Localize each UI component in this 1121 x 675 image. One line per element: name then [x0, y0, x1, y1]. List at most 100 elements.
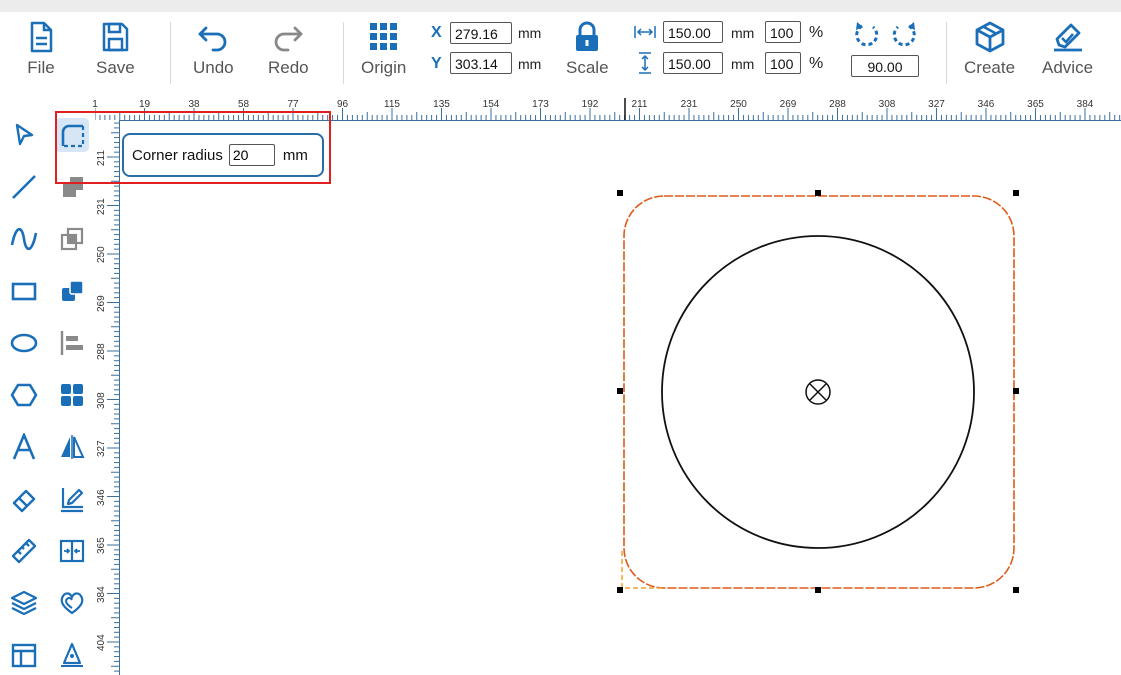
height-input[interactable]: 150.00 [663, 52, 723, 74]
intersect-shape-icon [60, 227, 84, 251]
panel-tool[interactable] [9, 640, 39, 670]
handle-middle-right [1013, 388, 1019, 394]
array-tool[interactable] [57, 380, 87, 410]
canvas-drawing [617, 190, 1019, 593]
eraser-tool[interactable] [9, 484, 39, 514]
ruler-tick-label: 288 [96, 343, 107, 360]
undo-button[interactable]: Undo [193, 20, 234, 78]
ruler-tick-label: 19 [138, 99, 151, 110]
create-button[interactable]: Create [964, 20, 1015, 78]
edit-tool[interactable] [57, 484, 87, 514]
handle-bottom-right [1013, 587, 1019, 593]
height-unit: mm [731, 56, 755, 72]
ruler-tick-label: 308 [878, 99, 896, 110]
intersect-tool[interactable] [57, 224, 87, 254]
highlight-box [55, 111, 331, 184]
handle-top-left [617, 190, 623, 196]
grid-array-icon [61, 384, 83, 406]
scale-label: Scale [566, 58, 609, 77]
width-input[interactable]: 150.00 [663, 21, 723, 43]
measure-tool[interactable] [9, 536, 39, 566]
height-arrows-icon [639, 52, 651, 74]
ruler-tick-label: 384 [96, 585, 107, 603]
save-icon [103, 22, 129, 52]
width-arrows-icon [634, 26, 656, 38]
contour-tool[interactable] [57, 588, 87, 618]
ruler-icon [11, 538, 37, 564]
rectangle-icon [11, 282, 37, 301]
layers-tool[interactable] [9, 588, 39, 618]
x-unit: mm [518, 25, 542, 41]
mirror-tool[interactable] [57, 432, 87, 462]
ruler-tick-label: 154 [482, 99, 500, 110]
handle-middle-left [617, 388, 623, 394]
text-tool[interactable] [9, 432, 39, 462]
redo-button[interactable]: Redo [268, 20, 309, 78]
title-strip [0, 0, 1121, 12]
origin-button[interactable]: Origin [361, 20, 406, 78]
combine-tool[interactable] [57, 276, 87, 306]
drawing-canvas[interactable] [120, 121, 1121, 675]
handle-top-center [815, 190, 821, 196]
y-coord-input[interactable]: 303.14 [450, 52, 512, 74]
save-button[interactable]: Save [96, 20, 135, 78]
ruler-tick-label: 327 [96, 440, 107, 457]
ruler-tick-label: 250 [96, 246, 107, 263]
file-button[interactable]: File [24, 20, 58, 78]
polygon-tool[interactable] [9, 380, 39, 410]
save-label: Save [96, 58, 135, 77]
height-percent-sign: % [809, 55, 824, 72]
height-percent-input[interactable]: 100 [765, 52, 801, 74]
contour-heart-icon [60, 592, 84, 615]
distribute-icon [59, 539, 85, 563]
ruler-tick-label: 250 [730, 99, 747, 110]
width-percent-input[interactable]: 100 [765, 21, 801, 43]
ruler-tick-label: 384 [1076, 99, 1094, 110]
align-tool[interactable] [57, 328, 87, 358]
ruler-tick-label: 173 [532, 99, 549, 110]
ruler-tick-label: 288 [829, 99, 846, 110]
line-icon [12, 175, 36, 199]
undo-label: Undo [193, 58, 234, 77]
ruler-tick-label: 327 [928, 99, 945, 110]
toolbar-divider [170, 22, 171, 84]
ruler-tick-label: 365 [96, 537, 107, 554]
ruler-tick-label: 192 [581, 99, 599, 110]
curve-tool[interactable] [9, 224, 39, 254]
scale-lock-button[interactable]: Scale [566, 20, 609, 78]
rotation-input[interactable]: 90.00 [851, 55, 919, 77]
pen-tool[interactable] [57, 640, 87, 670]
ruler-tick-label: 38 [188, 99, 200, 110]
tool-panel [0, 98, 95, 675]
rotate-ccw-icon[interactable] [853, 20, 881, 50]
redo-icon [274, 26, 303, 52]
toolbar-divider [946, 22, 947, 84]
line-tool[interactable] [9, 172, 39, 202]
ruler-tick-label: 211 [631, 99, 648, 110]
rotate-cw-icon[interactable] [890, 20, 918, 50]
ruler-tick-label: 96 [336, 99, 349, 110]
width-percent-sign: % [809, 24, 824, 41]
hexagon-icon [10, 383, 38, 407]
ruler-tick-label: 346 [96, 488, 107, 506]
advice-button[interactable]: Advice [1042, 20, 1093, 78]
x-coord-input[interactable]: 279.16 [450, 22, 512, 44]
width-unit: mm [731, 25, 755, 41]
cube-icon [975, 21, 1004, 53]
y-unit: mm [518, 56, 542, 72]
origin-label: Origin [361, 58, 407, 77]
text-a-icon [12, 433, 36, 460]
ruler-tick-label: 115 [384, 99, 400, 110]
select-tool[interactable] [9, 120, 39, 150]
distribute-tool[interactable] [57, 536, 87, 566]
advice-icon [1053, 23, 1082, 52]
rectangle-tool[interactable] [9, 276, 39, 306]
ruler-tick-label: 308 [96, 391, 107, 409]
file-icon [30, 21, 53, 53]
ruler-tick-label: 135 [433, 99, 450, 110]
file-label: File [27, 58, 55, 77]
ellipse-tool[interactable] [9, 328, 39, 358]
lock-icon [576, 21, 599, 51]
combine-shape-icon [62, 280, 84, 301]
window-layout-icon [11, 643, 37, 668]
